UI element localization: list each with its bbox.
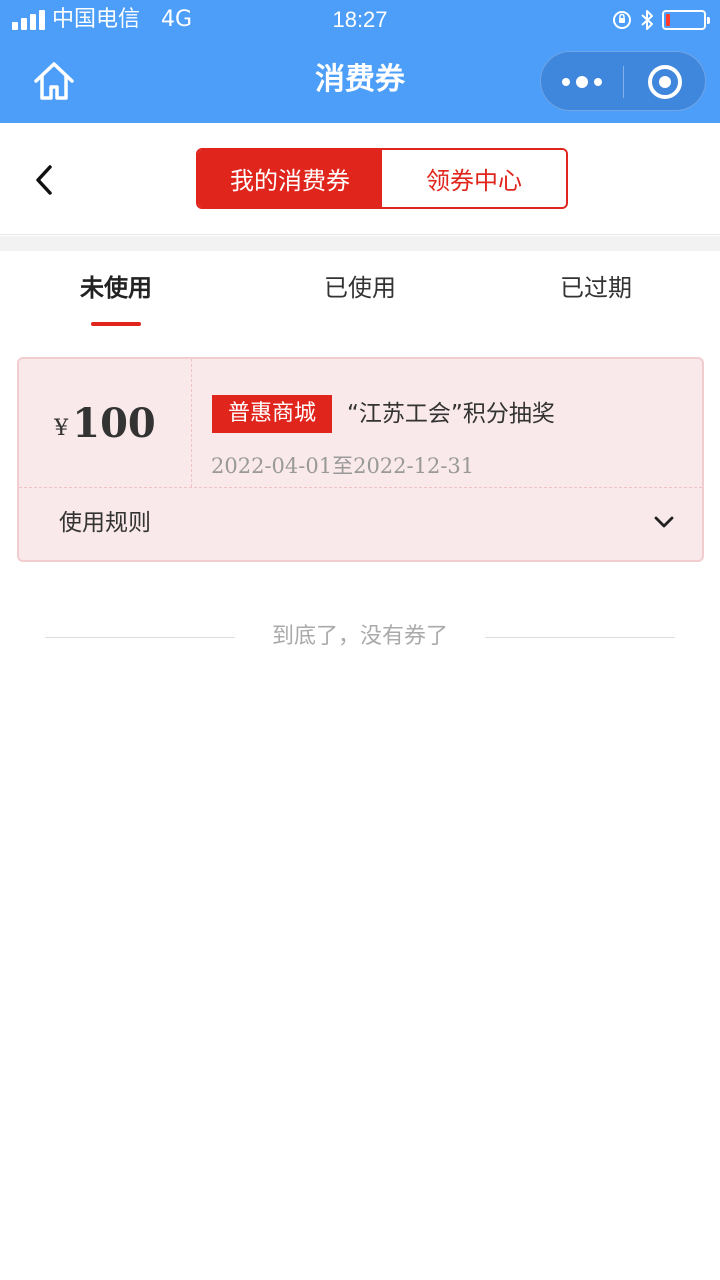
section-divider (0, 236, 720, 251)
chevron-down-icon[interactable] (653, 514, 675, 530)
close-mini-program-icon[interactable] (624, 52, 706, 112)
coupon-card[interactable]: ¥ 100 普惠商城 “江苏工会”积分抽奖 2022-04-01至2022-12… (17, 357, 704, 562)
mini-program-capsule (540, 51, 706, 111)
tab-unused[interactable]: 未使用 (0, 271, 232, 305)
segment-control: 我的消费券 领券中心 (196, 148, 568, 209)
tab-expired[interactable]: 已过期 (480, 271, 712, 305)
coupon-name: “江苏工会”积分抽奖 (347, 401, 555, 427)
tab-used[interactable]: 已使用 (240, 271, 480, 305)
bluetooth-icon (641, 10, 653, 30)
more-icon[interactable] (541, 52, 623, 112)
coupon-header: 我的消费券 领券中心 (0, 123, 720, 235)
active-tab-indicator (91, 322, 141, 326)
coupon-divider-vertical (191, 359, 192, 487)
usage-rules-label: 使用规则 (59, 510, 151, 536)
orientation-lock-icon (613, 11, 631, 29)
coupon-amount: ¥ 100 (19, 359, 191, 487)
segment-coupon-center[interactable]: 领券中心 (382, 150, 566, 207)
segment-my-coupons[interactable]: 我的消费券 (198, 150, 382, 207)
nav-bar: 消费券 (0, 40, 720, 123)
battery-level (666, 14, 670, 26)
usage-rules-toggle[interactable]: 使用规则 (19, 488, 702, 560)
status-tabs: 未使用 已使用 已过期 (0, 251, 720, 337)
currency-symbol: ¥ (54, 415, 69, 441)
battery-icon (662, 10, 710, 30)
coupon-value: 100 (72, 399, 156, 447)
status-bar: 中国电信 4G 18:27 (0, 0, 720, 40)
chevron-left-icon[interactable] (30, 163, 62, 197)
coupon-source-badge: 普惠商城 (212, 395, 333, 433)
end-line-right (485, 637, 675, 638)
status-icons (612, 8, 710, 32)
coupon-validity: 2022-04-01至2022-12-31 (211, 454, 475, 478)
